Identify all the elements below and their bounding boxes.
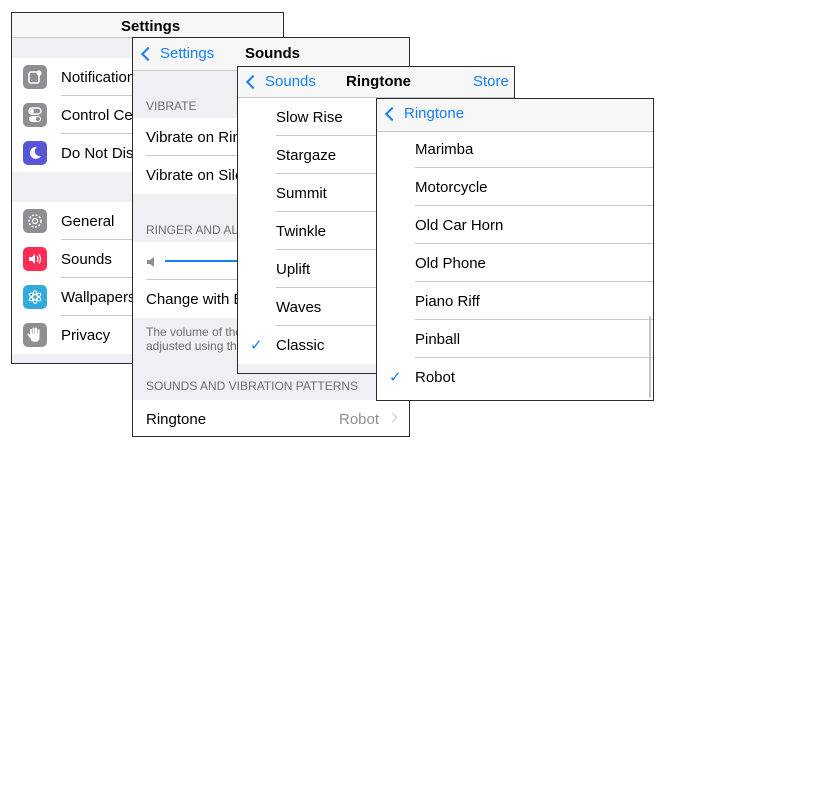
chevron-left-icon xyxy=(140,46,156,61)
back-label: Sounds xyxy=(265,73,316,90)
ringtone-item-label: Twinkle xyxy=(276,223,327,240)
gear-icon xyxy=(23,209,47,233)
chevron-left-icon xyxy=(245,74,261,89)
chevron-left-icon xyxy=(384,106,400,121)
ringtone-item-label: Slow Rise xyxy=(276,109,343,126)
patterns-group: Ringtone Robot xyxy=(133,400,409,436)
store-button[interactable]: Store xyxy=(473,73,509,90)
ringtone-item-old-car-horn[interactable]: Old Car Horn xyxy=(377,206,653,244)
ringtone-item-robot[interactable]: ✓ Robot xyxy=(377,358,653,396)
ringtone-item-label: Piano Riff xyxy=(415,293,480,310)
notifications-icon xyxy=(23,65,47,89)
ringtone-item-old-phone[interactable]: Old Phone xyxy=(377,244,653,282)
ringtone-item-label: Pinball xyxy=(415,331,461,348)
back-label: Settings xyxy=(160,45,215,62)
back-button-sounds[interactable]: Sounds xyxy=(245,73,316,90)
ringtone-item-label: Uplift xyxy=(276,261,311,278)
moon-icon xyxy=(23,141,47,165)
ringtone-item-label: Old Car Horn xyxy=(415,217,504,234)
settings-item-label: Sounds xyxy=(61,251,112,268)
ringtone-nav-bar: Sounds Ringtone Store xyxy=(238,67,514,98)
ringtone-item-label: Classic xyxy=(276,337,325,354)
chevron-right-icon xyxy=(387,412,398,423)
vibrate-section-header: VIBRATE xyxy=(146,99,197,113)
settings-item-label: Privacy xyxy=(61,327,111,344)
back-button-ringtone[interactable]: Ringtone xyxy=(384,105,464,122)
toggles-icon xyxy=(23,103,47,127)
scrollbar[interactable] xyxy=(648,316,651,398)
ringtone-item-label: Old Phone xyxy=(415,255,486,272)
classic-list: Marimba Motorcycle Old Car Horn Old Phon… xyxy=(377,132,653,400)
sounds-title: Sounds xyxy=(245,45,300,62)
back-label: Ringtone xyxy=(404,105,465,122)
ringtone-item-piano-riff[interactable]: Piano Riff xyxy=(377,282,653,320)
ringtone-label: Ringtone xyxy=(146,411,207,428)
ringtone-title: Ringtone xyxy=(346,73,411,90)
row-label: Vibrate on Ring xyxy=(146,129,250,146)
back-button-settings[interactable]: Settings xyxy=(140,45,214,62)
settings-item-label: Notifications xyxy=(61,69,143,86)
ringtone-value: Robot xyxy=(339,411,380,428)
ringtone-item-label: Motorcycle xyxy=(415,179,488,196)
ringtone-item-label: Stargaze xyxy=(276,147,337,164)
ringtone-item-pinball[interactable]: Pinball xyxy=(377,320,653,358)
patterns-section-header: SOUNDS AND VIBRATION PATTERNS xyxy=(146,379,359,393)
speaker-icon xyxy=(23,247,47,271)
settings-item-label: Wallpapers xyxy=(61,289,136,306)
settings-title: Settings xyxy=(121,18,181,35)
settings-item-label: General xyxy=(61,213,115,230)
ringtone-item-label: Robot xyxy=(415,369,456,386)
ringtone-item-label: Waves xyxy=(276,299,322,316)
classic-ringtones-panel: Ringtone Marimba Motorcycle Old Car Horn… xyxy=(376,98,654,401)
ringtone-item-marimba[interactable]: Marimba xyxy=(377,132,653,170)
speaker-low-icon xyxy=(146,255,156,272)
classic-nav-bar: Ringtone xyxy=(377,99,653,132)
checkmark-icon: ✓ xyxy=(389,369,402,386)
ringtone-item-label: Summit xyxy=(276,185,327,202)
flower-icon xyxy=(23,285,47,309)
ringtone-item-label: Marimba xyxy=(415,141,474,158)
ringtone-item-motorcycle[interactable]: Motorcycle xyxy=(377,168,653,206)
checkmark-icon: ✓ xyxy=(250,337,263,354)
hand-icon xyxy=(23,323,47,347)
ringtone-row[interactable]: Ringtone Robot xyxy=(133,400,409,436)
settings-nav-bar: Settings xyxy=(12,13,283,38)
